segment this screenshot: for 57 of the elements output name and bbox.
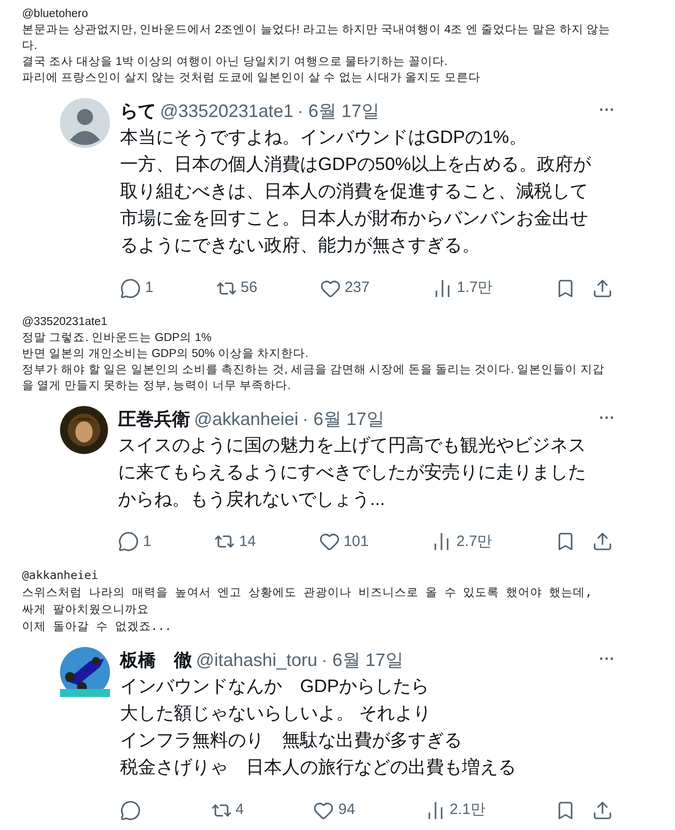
like-icon[interactable] bbox=[320, 278, 341, 299]
display-name: 板橋 徹 bbox=[120, 649, 192, 672]
display-name: 圧巻兵衛 bbox=[118, 408, 190, 430]
like-icon[interactable] bbox=[313, 800, 334, 821]
translation-text: 반면 일본의 개인소비는 GDP의 50% 이상을 차지한다. bbox=[22, 346, 310, 362]
more-button[interactable]: ··· bbox=[599, 406, 615, 432]
count-label: 1 bbox=[145, 278, 154, 298]
date-text: · 6월 17일 bbox=[297, 100, 380, 123]
tweet-text: スイスのように国の魅力を上げて円高でも観光やビジネス bbox=[118, 434, 587, 456]
count-label: 56 bbox=[240, 278, 258, 298]
tweet-text: 市場に金を回すこと。日本人が財布からバンバンお金出せ bbox=[120, 207, 589, 230]
count-label: 94 bbox=[338, 800, 356, 820]
handle-text: @akkanheiei bbox=[194, 408, 298, 430]
tweet-text: からね。もう戻れないでしょう... bbox=[118, 488, 386, 510]
share-icon[interactable] bbox=[592, 278, 613, 299]
tweet-text: 一方、日本の個人消費はGDPの50%以上を占める。政府が bbox=[120, 153, 592, 176]
handle-text: @itahashi_toru bbox=[196, 649, 318, 672]
translation-text: 이제 돌아갈 수 없겠죠... bbox=[22, 618, 173, 635]
more-button[interactable]: ··· bbox=[599, 98, 615, 124]
reply-icon[interactable] bbox=[120, 278, 141, 299]
share-icon[interactable] bbox=[592, 800, 613, 821]
share-icon[interactable] bbox=[592, 531, 613, 552]
count-label: 237 bbox=[344, 278, 370, 298]
avatar-icon bbox=[60, 98, 110, 148]
translation-text: 스위스처럼 나라의 매력을 높여서 엔고 상황에도 관광이나 비즈니스로 올 수 있도록 했어야 했는데, bbox=[22, 584, 594, 601]
tweet-text: 取り組むべきは、日本人の消費を促進すること、減税して bbox=[120, 180, 589, 203]
translation-text: 파리에 프랑스인이 살지 않는 것처럼 도쿄에 일본인이 살 수 없는 시대가 올지도 모른다 bbox=[22, 71, 482, 86]
translation-text: 정말 그렇죠. 인바운드는 GDP의 1% bbox=[22, 330, 213, 346]
tweet-text: るようにできない政府、能力が無さすぎる。 bbox=[120, 234, 481, 257]
count-label: 2.1만 bbox=[450, 800, 486, 820]
tweet-text: 税金さげりゃ 日本人の旅行などの出費も増える bbox=[120, 756, 517, 779]
reply-icon[interactable] bbox=[120, 800, 141, 821]
count-label: 14 bbox=[239, 532, 256, 552]
reply-icon[interactable] bbox=[118, 531, 139, 552]
translation-text: 싸게 팔아치웠으니까요 bbox=[22, 601, 150, 618]
count-label: 1 bbox=[143, 532, 152, 552]
tweet-text: 大した額じゃないらしいよ。 それより bbox=[120, 702, 432, 725]
date-text: · 6월 17일 bbox=[321, 649, 404, 672]
tweet-text: 本当にそうですよね。インバウンドはGDPの1%。 bbox=[120, 126, 528, 149]
translation-text: 정부가 해야 할 일은 일본인의 소비를 촉진하는 것, 세금을 감면해 시장에 돈을 돌리는 것이다. 일본인들이 지갑을 열게 만들지 못하는 정부, 능력이 너무 부족하다. bbox=[22, 362, 606, 394]
tweet-text: インバウンドなんか GDPからしたら bbox=[120, 675, 430, 698]
count-label: 4 bbox=[236, 800, 244, 820]
handle-text: @akkanheiei bbox=[22, 567, 100, 584]
tweet-text: に来てもらえるようにすべきでしたが安売りに走りました bbox=[118, 460, 587, 484]
count-label: 1.7만 bbox=[456, 278, 493, 298]
count-label: 2.7만 bbox=[456, 532, 492, 552]
handle-text: @33520231ate1 bbox=[160, 100, 294, 123]
translation-text: 본문과는 상관없지만, 인바운드에서 2조엔이 늘었다! 라고는 하지만 국내여행이 4조 엔 줄었다는 말은 하지 않는다. bbox=[22, 23, 612, 54]
date-text: · 6월 17일 bbox=[302, 408, 384, 430]
handle-text: @bluetohero bbox=[22, 7, 90, 22]
translation-text: 결국 조사 대상을 1박 이상의 여행이 아닌 당일치기 여행으로 물타기하는 꼴이다. bbox=[22, 55, 449, 70]
tweet-text: インフラ無料のり 無駄な出費が多すぎる bbox=[120, 729, 463, 752]
more-button[interactable]: ··· bbox=[599, 647, 615, 673]
count-label: 101 bbox=[344, 532, 369, 552]
display-name: らて bbox=[120, 100, 156, 123]
like-icon[interactable] bbox=[318, 531, 340, 552]
handle-text: @33520231ate1 bbox=[22, 314, 108, 330]
